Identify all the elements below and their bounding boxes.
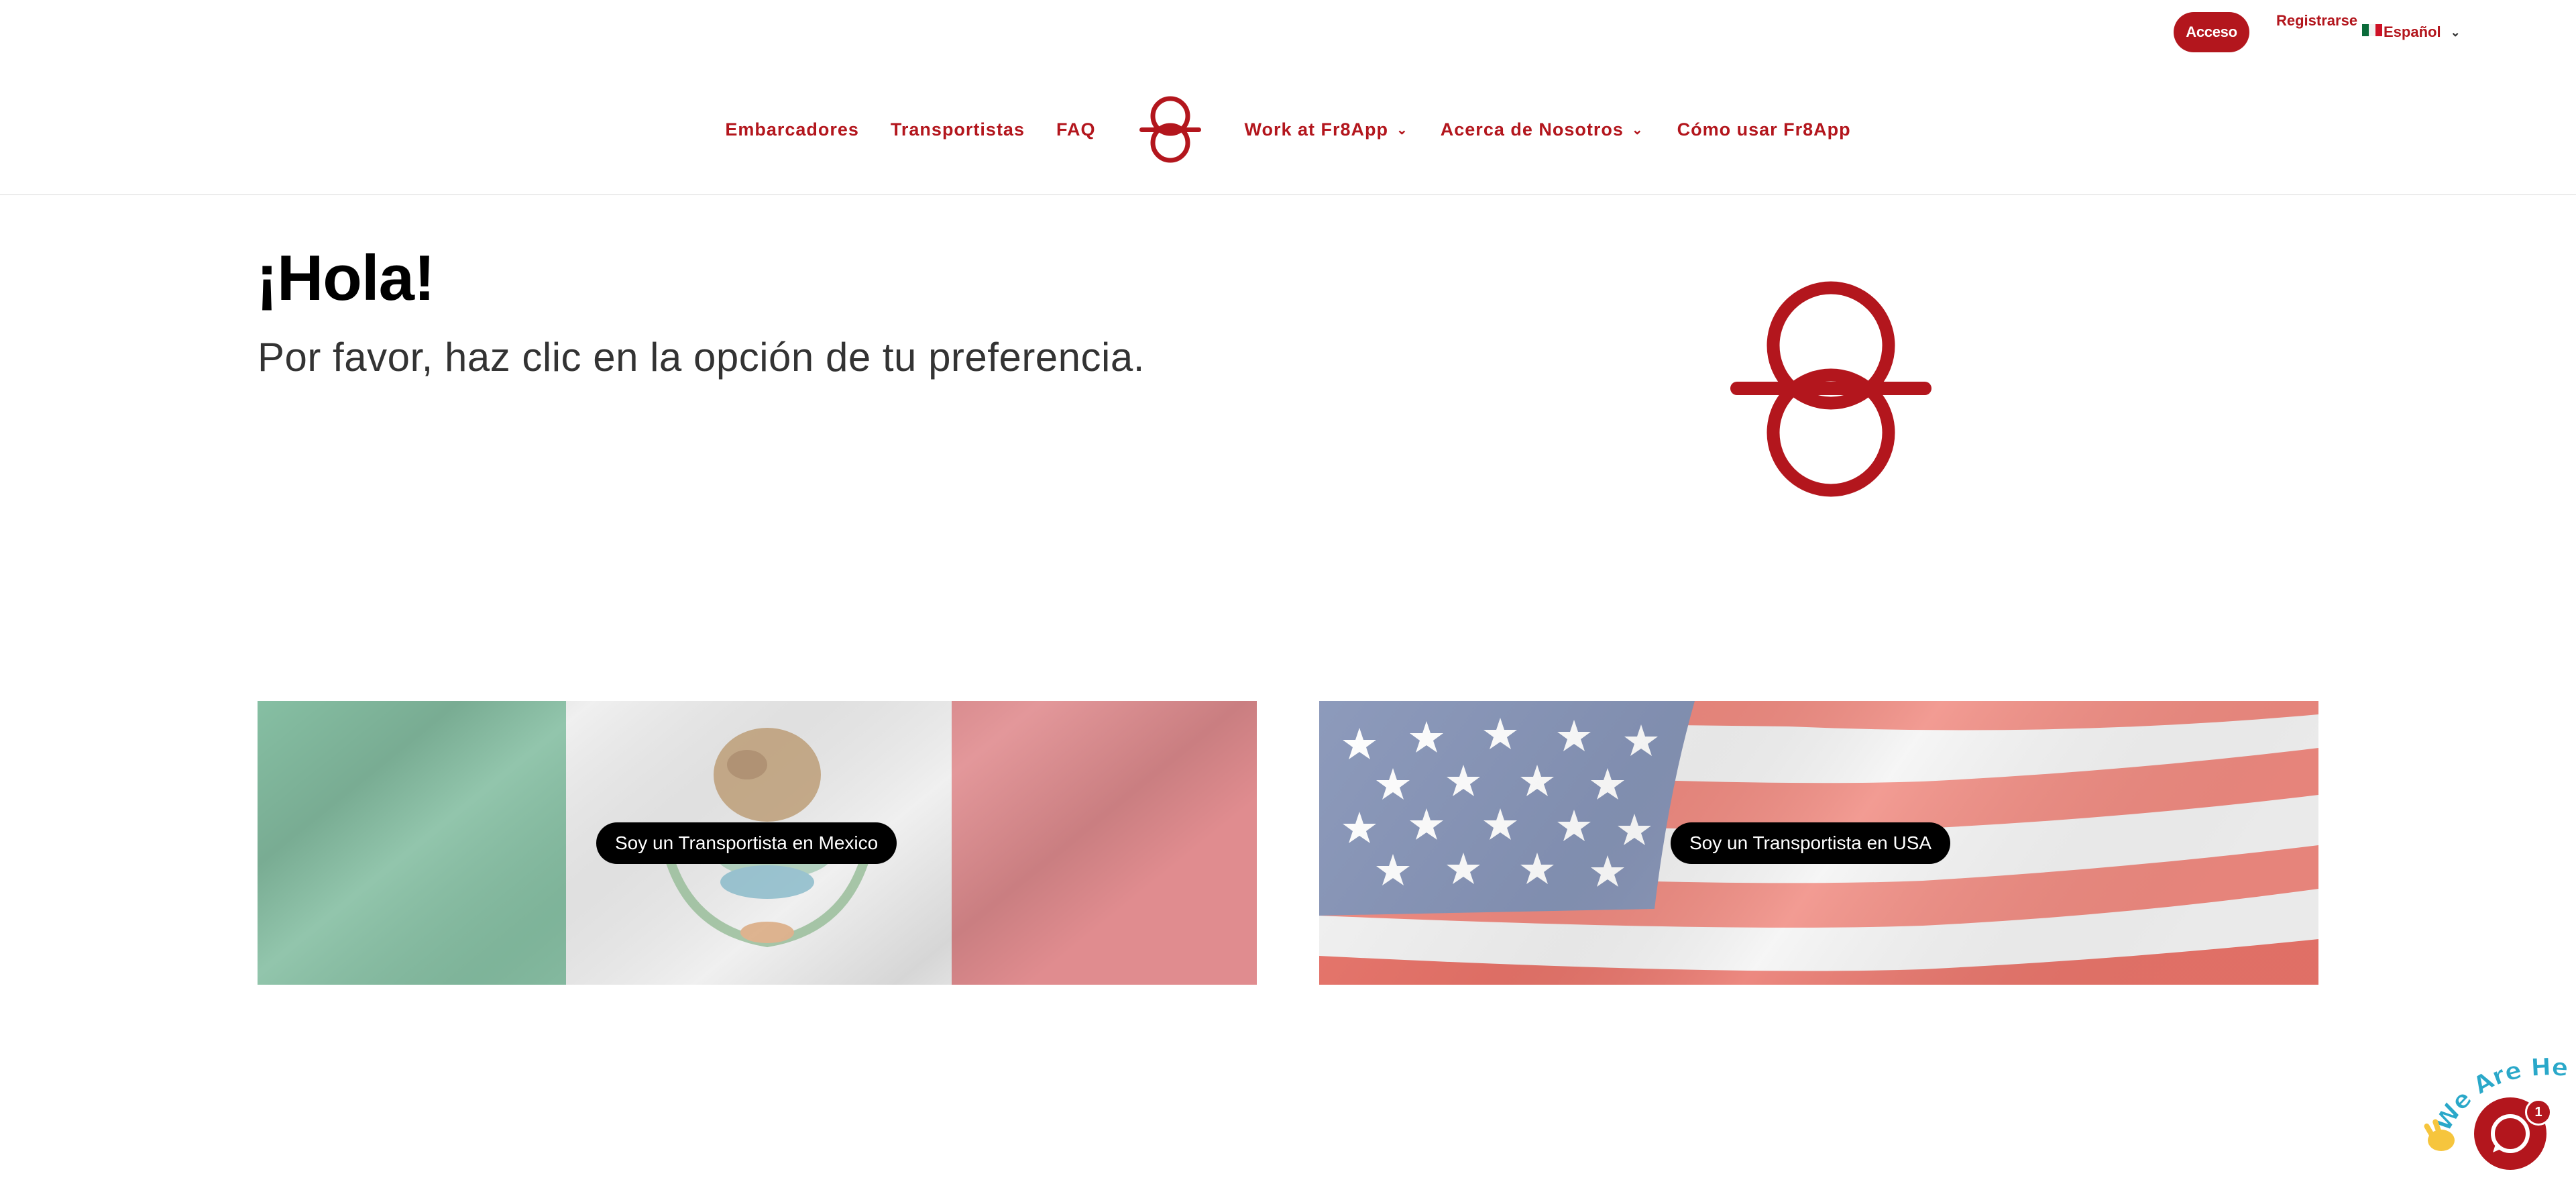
- chevron-down-icon: ⌄: [2450, 25, 2461, 39]
- language-selector[interactable]: Español ⌄: [2362, 12, 2461, 52]
- nav-item-faq[interactable]: FAQ: [1056, 119, 1096, 140]
- chevron-down-icon: ⌄: [1396, 122, 1408, 138]
- page-subtitle: Por favor, haz clic en la opción de tu p…: [258, 335, 1145, 380]
- nav-label: Transportistas: [890, 119, 1025, 140]
- usa-carrier-card[interactable]: Soy un Transportista en USA: [1319, 701, 2318, 985]
- login-button[interactable]: Acceso: [2174, 12, 2249, 52]
- mexico-carrier-button[interactable]: Soy un Transportista en Mexico: [596, 822, 897, 864]
- main-nav: Embarcadores Transportistas FAQ Work at …: [0, 93, 2576, 166]
- usa-carrier-button[interactable]: Soy un Transportista en USA: [1671, 822, 1951, 864]
- nav-label: Acerca de Nosotros: [1440, 119, 1624, 140]
- nav-label: FAQ: [1056, 119, 1096, 140]
- chat-notification-badge: 1: [2525, 1099, 2552, 1126]
- language-label: Español: [2384, 23, 2441, 40]
- page-title: ¡Hola!: [256, 242, 435, 314]
- nav-divider: [0, 194, 2576, 195]
- chevron-down-icon: ⌄: [1631, 122, 1644, 138]
- nav-label: Work at Fr8App: [1244, 119, 1389, 140]
- nav-item-embarcadores[interactable]: Embarcadores: [725, 119, 859, 140]
- nav-item-acerca-de-nosotros[interactable]: Acerca de Nosotros ⌄: [1441, 119, 1644, 140]
- nav-item-work-at-fr8app[interactable]: Work at Fr8App ⌄: [1244, 119, 1408, 140]
- top-utility-bar: Acceso Registrarse Español ⌄: [2174, 12, 2576, 52]
- mexico-carrier-card[interactable]: Soy un Transportista en Mexico: [258, 701, 1257, 985]
- nav-label: Embarcadores: [725, 119, 859, 140]
- nav-item-como-usar[interactable]: Cómo usar Fr8App: [1677, 119, 1851, 140]
- fr8app-logo-icon[interactable]: [1137, 93, 1204, 166]
- nav-label: Cómo usar Fr8App: [1677, 119, 1851, 140]
- fr8app-logo-icon: [1730, 281, 1931, 497]
- mexico-flag-icon: [2362, 24, 2382, 36]
- register-link[interactable]: Registrarse: [2276, 12, 2357, 30]
- nav-item-transportistas[interactable]: Transportistas: [891, 119, 1025, 140]
